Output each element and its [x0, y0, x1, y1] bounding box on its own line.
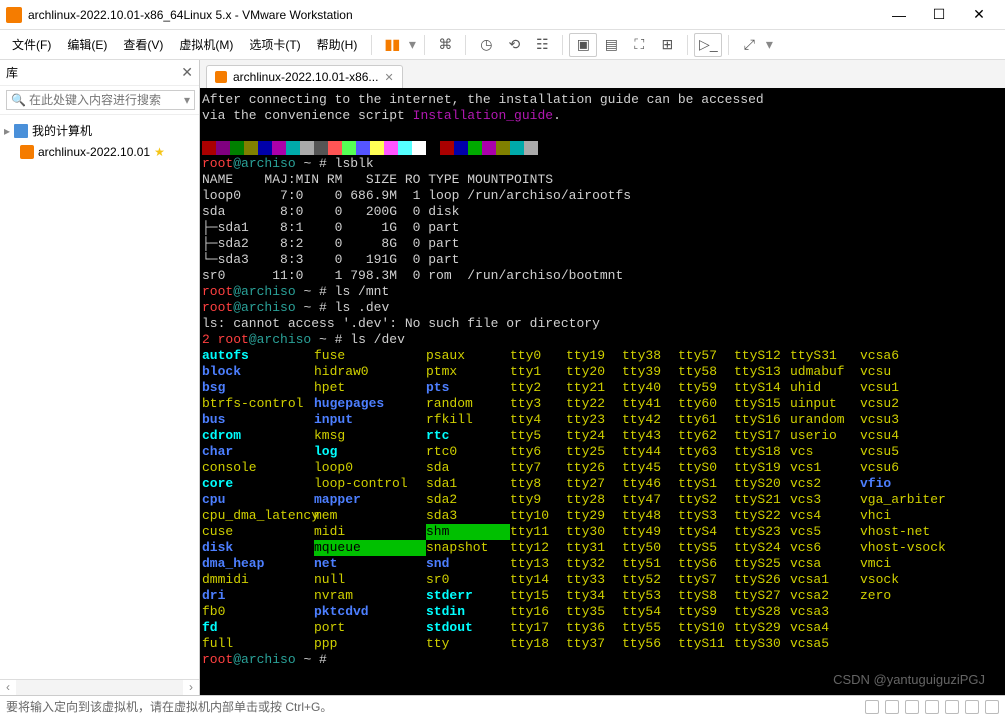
revert-button[interactable]: ⟲ [500, 33, 528, 57]
separator [424, 35, 425, 55]
tabbar: archlinux-2022.10.01-x86... ✕ [200, 60, 1005, 88]
cd-icon[interactable] [885, 700, 899, 714]
tree-root-label: 我的计算机 [32, 122, 92, 139]
tab-label: archlinux-2022.10.01-x86... [233, 70, 378, 84]
separator [562, 35, 563, 55]
scroll-track[interactable] [16, 680, 183, 695]
pause-dropdown[interactable]: ▾ [406, 33, 418, 57]
scroll-right[interactable]: › [183, 680, 199, 695]
view2-button[interactable]: ▤ [597, 33, 625, 57]
snapshot-manager-button[interactable]: ☷ [528, 33, 556, 57]
fullscreen-dropdown[interactable]: ▾ [763, 33, 775, 57]
separator [371, 35, 372, 55]
computer-icon [14, 124, 28, 138]
collapse-icon[interactable]: ▸ [4, 124, 10, 138]
sidebar-tree: ▸ 我的计算机 archlinux-2022.10.01 ★ [0, 115, 199, 679]
separator [728, 35, 729, 55]
content: archlinux-2022.10.01-x86... ✕ After conn… [200, 60, 1005, 695]
sidebar: 库 ✕ 🔍 ▾ ▸ 我的计算机 archlinux-2022.10.01 ★ ‹ [0, 60, 200, 695]
usb-icon[interactable] [925, 700, 939, 714]
menu-view[interactable]: 查看(V) [115, 32, 171, 57]
printer-icon[interactable] [965, 700, 979, 714]
view1-button[interactable]: ▣ [569, 33, 597, 57]
search-icon: 🔍 [11, 93, 26, 107]
close-button[interactable]: ✕ [959, 1, 999, 29]
app-icon [6, 7, 22, 23]
menu-vm[interactable]: 虚拟机(M) [171, 32, 241, 57]
send-keys-button[interactable]: ⌘ [431, 33, 459, 57]
separator [687, 35, 688, 55]
sound-icon[interactable] [945, 700, 959, 714]
vm-icon [20, 145, 34, 159]
search-dropdown-icon[interactable]: ▾ [184, 93, 190, 107]
status-icons [865, 700, 999, 714]
scroll-left[interactable]: ‹ [0, 680, 16, 695]
tree-vm-label: archlinux-2022.10.01 [38, 145, 150, 159]
snapshot-button[interactable]: ◷ [472, 33, 500, 57]
window-titlebar: archlinux-2022.10.01-x86_64Linux 5.x - V… [0, 0, 1005, 30]
view3-button[interactable]: ⛶ [625, 33, 653, 57]
vm-tab[interactable]: archlinux-2022.10.01-x86... ✕ [206, 65, 403, 88]
sidebar-search[interactable]: 🔍 ▾ [6, 90, 195, 110]
console-button[interactable]: ▷_ [694, 33, 722, 57]
sidebar-close-button[interactable]: ✕ [181, 64, 193, 81]
display-icon[interactable] [985, 700, 999, 714]
sidebar-hscroll[interactable]: ‹ › [0, 679, 199, 695]
menu-help[interactable]: 帮助(H) [309, 32, 366, 57]
fullscreen-button[interactable]: ⤢ [735, 33, 763, 57]
maximize-button[interactable]: ☐ [919, 1, 959, 29]
window-title: archlinux-2022.10.01-x86_64Linux 5.x - V… [28, 8, 879, 22]
vm-icon [215, 71, 227, 83]
favorite-icon[interactable]: ★ [154, 145, 165, 159]
separator [465, 35, 466, 55]
minimize-button[interactable]: — [879, 1, 919, 29]
sidebar-title: 库 [6, 64, 181, 81]
view4-button[interactable]: ⊞ [653, 33, 681, 57]
terminal[interactable]: After connecting to the internet, the in… [200, 88, 1005, 695]
menu-tabs[interactable]: 选项卡(T) [241, 32, 308, 57]
tab-close-button[interactable]: ✕ [384, 71, 393, 84]
tree-vm-item[interactable]: archlinux-2022.10.01 ★ [2, 142, 197, 162]
disk-icon[interactable] [865, 700, 879, 714]
status-text: 要将输入定向到该虚拟机，请在虚拟机内部单击或按 Ctrl+G。 [6, 698, 332, 715]
statusbar: 要将输入定向到该虚拟机，请在虚拟机内部单击或按 Ctrl+G。 [0, 695, 1005, 717]
sidebar-search-input[interactable] [29, 93, 184, 107]
tree-root[interactable]: ▸ 我的计算机 [2, 119, 197, 142]
menu-file[interactable]: 文件(F) [4, 32, 59, 57]
net-icon[interactable] [905, 700, 919, 714]
pause-button[interactable]: ▮▮ [378, 33, 406, 57]
menu-edit[interactable]: 编辑(E) [59, 32, 115, 57]
menubar: 文件(F) 编辑(E) 查看(V) 虚拟机(M) 选项卡(T) 帮助(H) ▮▮… [0, 30, 1005, 60]
